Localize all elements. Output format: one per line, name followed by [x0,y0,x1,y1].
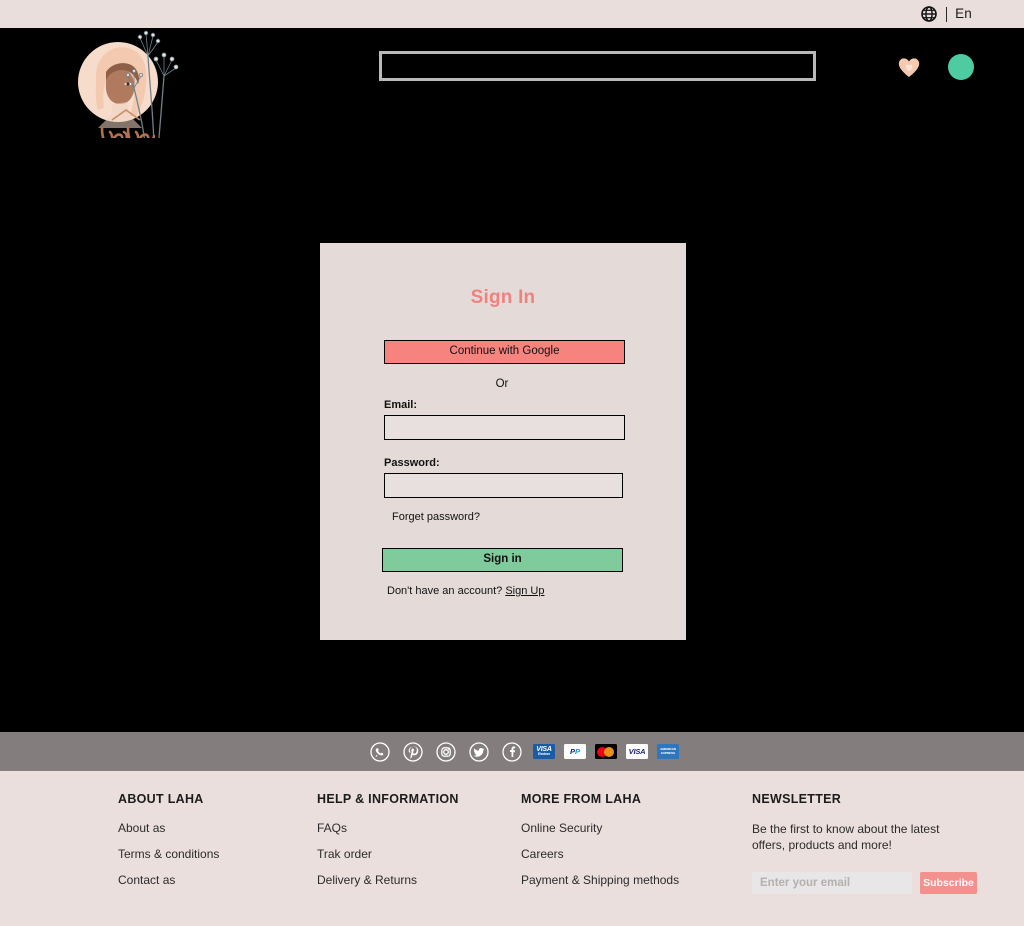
footer-link-delivery-returns[interactable]: Delivery & Returns [317,873,512,887]
sign-in-submit-button[interactable]: Sign in [382,548,623,572]
heart-icon[interactable] [896,54,922,80]
language-divider [946,6,948,22]
whatsapp-icon[interactable] [370,741,390,762]
footer-link-payment-shipping[interactable]: Payment & Shipping methods [521,873,741,887]
payment-methods: VISA Electron PP VISA AMERICAN EXPRESS [533,744,679,759]
site-header [0,28,1024,151]
password-label: Password: [384,457,440,469]
footer-link-faqs[interactable]: FAQs [317,821,512,835]
forget-password-link[interactable]: Forget password? [392,511,480,523]
password-field[interactable] [384,473,623,498]
signin-title: Sign In [470,287,536,308]
footer-link-trak-order[interactable]: Trak order [317,847,512,861]
subscribe-button[interactable]: Subscribe [920,872,977,895]
signup-row: Don't have an account? Sign Up [387,585,624,597]
language-selector[interactable]: En [921,6,1024,22]
main-content: Sign In Continue with Google Or Email: P… [0,138,1024,732]
footer-column-newsletter: NEWSLETTER Be the first to know about th… [752,792,1002,895]
signup-prompt: Don't have an account? [387,585,503,597]
visa-electron-card: VISA Electron [533,744,555,759]
footer-link-contact-as[interactable]: Contact as [118,873,308,887]
footer-column-about: ABOUT LAHA About as Terms & conditions C… [118,792,308,899]
email-field[interactable] [384,415,625,440]
header-actions [896,54,974,80]
newsletter-form: Subscribe [752,872,1002,895]
footer-heading-help: HELP & INFORMATION [317,792,459,806]
pinterest-icon[interactable] [403,741,423,762]
newsletter-description: Be the first to know about the latest of… [752,822,940,853]
continue-with-google-button[interactable]: Continue with Google [384,340,625,364]
amex-card: AMERICAN EXPRESS [657,744,679,759]
newsletter-email-input[interactable] [752,872,912,895]
signin-card: Sign In Continue with Google Or Email: P… [320,243,686,640]
site-footer: ABOUT LAHA About as Terms & conditions C… [0,771,1024,926]
social-links [370,741,522,762]
page-root: En Sign In Continue with Google Or Email… [0,0,1024,926]
footer-column-more: MORE FROM LAHA Online Security Careers P… [521,792,741,899]
social-payment-bar: VISA Electron PP VISA AMERICAN EXPRESS [0,732,1024,771]
language-label: En [955,6,972,22]
footer-column-help: HELP & INFORMATION FAQs Trak order Deliv… [317,792,512,899]
paypal-card: PP [564,744,586,759]
footer-heading-newsletter: NEWSLETTER [752,792,842,806]
twitter-icon[interactable] [469,741,489,762]
or-separator-label: Or [495,378,509,390]
footer-heading-about: ABOUT LAHA [118,792,204,806]
visa-card: VISA [626,744,648,759]
sign-up-link[interactable]: Sign Up [505,585,544,597]
cart-circle-icon[interactable] [948,54,974,80]
footer-link-online-security[interactable]: Online Security [521,821,741,835]
instagram-icon[interactable] [436,741,456,762]
search-bar[interactable] [379,51,816,81]
globe-icon [921,6,937,22]
footer-link-careers[interactable]: Careers [521,847,741,861]
footer-heading-more: MORE FROM LAHA [521,792,642,806]
footer-link-about-as[interactable]: About as [118,821,308,835]
facebook-icon[interactable] [502,741,522,762]
email-label: Email: [384,399,418,411]
footer-link-terms-conditions[interactable]: Terms & conditions [118,847,308,861]
signin-form: Continue with Google Or Email: Password:… [320,340,686,597]
mastercard-card [595,744,617,759]
search-input[interactable] [379,51,816,81]
